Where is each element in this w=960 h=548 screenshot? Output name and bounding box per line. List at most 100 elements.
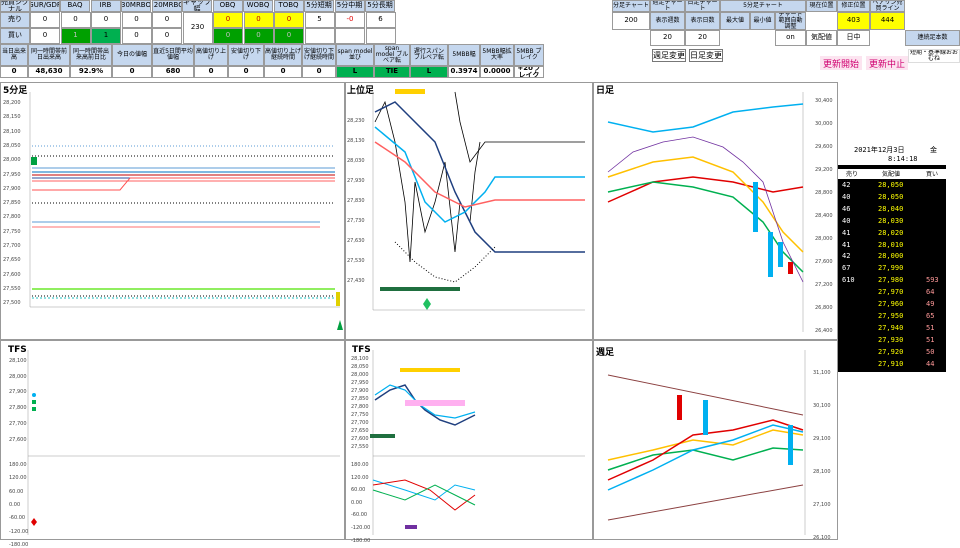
axis-tick: 28,130 [347,138,365,144]
axis-tick: 28,100 [9,358,27,364]
axis-tick: 180.00 [9,462,27,468]
signal-header: WOBQ [243,0,273,12]
board-price: 27,980 [878,276,904,285]
stats-value: 0.3974 [448,66,480,78]
axis-tick: 27,430 [347,278,365,284]
update-start-button[interactable]: 更新開始 [820,56,862,70]
axis-tick: 28,100 [3,128,21,135]
axis-tick: 60.00 [351,487,366,494]
board-row: 40 28,030 [838,217,946,227]
right-header: ベアリン売買ライン [870,0,905,12]
right-header: 現在位置 [806,0,837,12]
board-row: 610 27,980 593 [838,276,946,286]
stats-value: 680 [152,66,194,78]
axis-tick: 27,830 [347,198,365,204]
axis-tick: 26,800 [815,305,833,311]
sell-value: 5 [304,12,335,28]
board-sell: 40 [842,192,851,201]
axis-tick: 27,530 [347,258,365,264]
buy-value: 0 [243,28,274,44]
axis-tick: 28,400 [815,213,833,219]
stats-value: L [336,66,374,78]
axis-tick: 30,000 [815,121,833,127]
axis-tick: 28,000 [3,157,21,164]
axis-tick: 31,100 [813,370,831,376]
daily-change-button[interactable]: 日足変更 [689,49,723,62]
board-price: 28,030 [878,216,904,225]
sell-value: 6 [365,12,396,28]
axis-tick: 27,750 [351,412,369,418]
stats-value: 0 [302,66,336,78]
board-buy: 64 [926,288,935,297]
board-price: 27,930 [878,335,904,344]
board-time: 8:14:18 [888,155,918,163]
board-row: 27,920 50 [838,348,946,358]
axis-tick: 27,750 [3,228,21,235]
axis-tick: -180.00 [9,541,29,548]
board-row: 27,970 64 [838,288,946,298]
board-header-buy: 買い [926,171,939,178]
right-subheader: チャート範囲自動調整 [775,12,806,30]
board-buy: 65 [926,311,935,320]
board-price: 27,960 [878,300,904,308]
board-sell: 46 [842,204,851,213]
update-stop-button[interactable]: 更新中止 [866,56,908,70]
buy-value: 0 [152,28,182,44]
board-header-sell: 売り [846,171,859,178]
stats-value: 0 [264,66,302,78]
board-sell: 41 [842,240,851,249]
board-sell: 67 [842,264,851,273]
axis-tick: 28,800 [815,190,833,196]
stats-header: 遅行スパンブルベア転 [410,44,448,66]
board-price: 27,910 [878,359,904,368]
board-date: 2021年12月3日 [854,146,905,154]
weeks-value: 20 [650,30,685,46]
axis-tick: 27,650 [351,428,369,434]
axis-tick: 27,900 [351,388,369,394]
axis-tick: 29,100 [813,436,831,442]
stats-value: 0 [0,66,28,78]
sell-value: 0 [213,12,243,28]
position-value: 403 [837,12,870,30]
right-header: 分足チャート [612,0,650,12]
axis-tick: 26,100 [813,535,831,541]
board-sell: 610 [842,276,855,285]
axis-tick: 27,850 [351,396,369,402]
axis-tick: 28,050 [3,142,21,149]
axis-tick: 27,900 [3,185,21,192]
right-subheader: 表示週数 [650,12,685,30]
board-row: 27,910 44 [838,360,946,370]
days-value: 20 [685,30,720,46]
stats-header: span model 並び [336,44,374,66]
display-price-value: 気配値 [806,30,837,46]
weekly-change-button[interactable]: 週足変更 [652,49,686,62]
chart-tfs-mid [370,350,585,535]
axis-tick: 28,000 [815,236,833,242]
board-row: 46 28,040 [838,205,946,215]
buy-value [304,28,335,44]
axis-tick: 27,600 [351,436,369,442]
axis-tick: 27,600 [3,271,21,278]
stats-header: 安値切り下げ継続時間 [302,44,336,66]
buy-value: 0 [121,28,152,44]
signal-header: 30MRBO [121,0,151,12]
buy-value: 0 [274,28,304,44]
axis-tick: 27,700 [351,420,369,426]
stats-header: 同一時間帯前日出来高 [28,44,70,66]
right-header: 日足チャート [685,0,720,12]
buy-value [365,28,396,44]
axis-tick: 28,230 [347,118,365,124]
right-subheader: 表示日数 [685,12,720,30]
board-price: 28,010 [878,240,904,249]
right-value: 200 [612,12,650,30]
axis-tick: 120.00 [351,474,369,481]
sell-value: 0 [152,12,182,28]
stats-header: 直近5日間平均値幅 [152,44,194,66]
axis-tick: 27,600 [9,436,27,443]
auto-adjust-value: on [775,30,806,46]
axis-tick: 27,700 [9,420,27,427]
axis-tick: 27,900 [9,389,27,396]
board-price: 27,940 [878,323,904,332]
board-row: 27,960 49 [838,300,946,310]
right-header: 週足チャート [650,0,685,12]
